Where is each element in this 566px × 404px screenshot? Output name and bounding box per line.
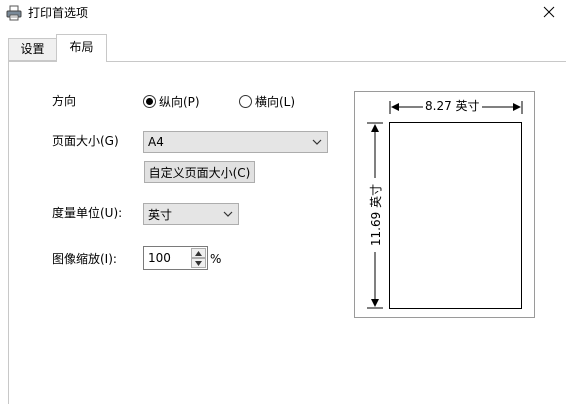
width-dimension-label: 8.27 英寸: [423, 98, 482, 114]
chevron-down-icon: [312, 139, 322, 145]
title-bar: 打印首选项: [0, 0, 566, 26]
units-value: 英寸: [148, 207, 173, 222]
tab-settings[interactable]: 设置: [8, 38, 56, 61]
window-title: 打印首选项: [28, 6, 89, 20]
tab-settings-label: 设置: [20, 42, 45, 56]
scale-label: 图像缩放(I):: [52, 252, 117, 266]
spin-down-icon: [195, 260, 202, 266]
page-size-label: 页面大小(G): [52, 134, 119, 148]
orientation-label: 方向: [52, 94, 77, 108]
landscape-label: 横向(L): [255, 94, 296, 109]
landscape-radio[interactable]: 横向(L): [239, 93, 295, 109]
close-button[interactable]: [534, 0, 564, 24]
spin-down-button[interactable]: [191, 258, 206, 268]
units-label: 度量单位(U):: [52, 206, 123, 220]
spin-up-icon: [195, 250, 202, 256]
spin-up-button[interactable]: [191, 248, 206, 258]
scale-value: 100: [148, 251, 171, 265]
page-size-select[interactable]: A4: [143, 131, 328, 153]
page-preview: 8.27 英寸 11.69 英寸: [354, 91, 535, 318]
radio-indicator: [239, 94, 252, 108]
portrait-radio[interactable]: 纵向(P): [143, 93, 200, 109]
custom-page-size-label: 自定义页面大小(C): [148, 165, 251, 180]
units-select[interactable]: 英寸: [143, 203, 239, 225]
radio-selected-indicator: [143, 94, 156, 108]
tab-layout-label: 布局: [69, 40, 94, 54]
page-sheet: [389, 122, 522, 309]
printer-icon: [6, 5, 22, 21]
page-size-value: A4: [148, 135, 164, 149]
custom-page-size-button[interactable]: 自定义页面大小(C): [144, 161, 255, 183]
close-icon: [543, 6, 555, 18]
chevron-down-icon: [223, 211, 233, 217]
scale-unit-label: %: [210, 252, 222, 266]
tab-strip: 设置 布局: [0, 34, 566, 62]
portrait-label: 纵向(P): [159, 94, 200, 109]
height-dimension-label: 11.69 英寸: [368, 178, 384, 252]
scale-spinbox[interactable]: 100: [143, 246, 208, 270]
tab-layout[interactable]: 布局: [56, 34, 107, 62]
